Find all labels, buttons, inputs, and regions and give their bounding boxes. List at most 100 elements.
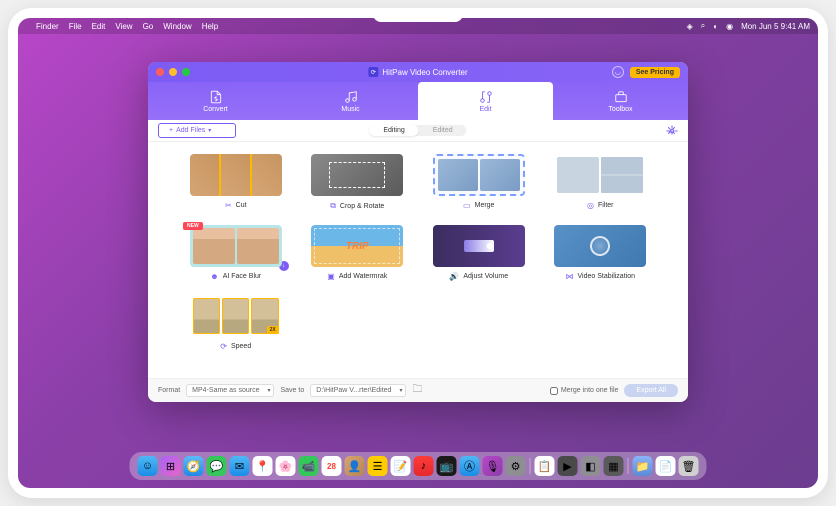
- edit-icon: [479, 90, 493, 104]
- stabilize-icon: ⋈: [566, 272, 574, 281]
- dock-app-icon[interactable]: 📋: [535, 456, 555, 476]
- dock-facetime-icon[interactable]: 📹: [299, 456, 319, 476]
- tools-content: ✂Cut ⧉Crop & Rotate ▭Merge ◎Filter: [148, 142, 688, 378]
- chevron-down-icon: ▾: [267, 387, 270, 394]
- tool-video-stabilization[interactable]: ⋈Video Stabilization: [551, 225, 651, 281]
- dock-finder-icon[interactable]: ☺: [138, 456, 158, 476]
- crop-icon: ⧉: [330, 201, 336, 211]
- dock-app-icon[interactable]: ▦: [604, 456, 624, 476]
- dock-file-icon[interactable]: 📄: [656, 456, 676, 476]
- see-pricing-button[interactable]: See Pricing: [630, 67, 680, 78]
- subtab-editing[interactable]: Editing: [369, 125, 418, 136]
- chevron-down-icon: ▾: [399, 387, 402, 394]
- tool-adjust-volume[interactable]: 🔊Adjust Volume: [429, 225, 529, 281]
- wifi-icon[interactable]: ◈: [687, 22, 693, 31]
- dock-maps-icon[interactable]: 📍: [253, 456, 273, 476]
- tool-crop-rotate[interactable]: ⧉Crop & Rotate: [308, 154, 408, 211]
- main-tabs: Convert Music Edit Toolbox: [148, 82, 688, 120]
- dock-photos-icon[interactable]: 🌸: [276, 456, 296, 476]
- app-window: ⟳ HitPaw Video Converter ◡ See Pricing C…: [148, 62, 688, 402]
- stabilize-thumbnail: [554, 225, 646, 267]
- tab-music[interactable]: Music: [283, 82, 418, 120]
- dock-settings-icon[interactable]: ⚙: [506, 456, 526, 476]
- volume-icon: 🔊: [449, 272, 459, 281]
- search-icon[interactable]: ⌕: [701, 21, 705, 31]
- close-button[interactable]: [156, 68, 164, 76]
- saveto-select[interactable]: D:\HitPaw V...rter\Edited ▾: [310, 384, 406, 397]
- faceblur-thumbnail: [190, 225, 282, 267]
- tool-add-watermark[interactable]: TRIP ▣Add Watermrak: [308, 225, 408, 281]
- sub-header: + Add Files ▾ Editing Edited: [148, 120, 688, 142]
- dock-messages-icon[interactable]: 💬: [207, 456, 227, 476]
- dock-app-icon[interactable]: ◧: [581, 456, 601, 476]
- dock-app-icon[interactable]: ▶: [558, 456, 578, 476]
- format-label: Format: [158, 387, 180, 394]
- dock-contacts-icon[interactable]: 👤: [345, 456, 365, 476]
- minimize-button[interactable]: [169, 68, 177, 76]
- volume-thumbnail: [433, 225, 525, 267]
- dock-appstore-icon[interactable]: Ⓐ: [460, 456, 480, 476]
- tab-toolbox[interactable]: Toolbox: [553, 82, 688, 120]
- maximize-button[interactable]: [182, 68, 190, 76]
- merge-checkbox[interactable]: [550, 387, 558, 395]
- dock-reminders-icon[interactable]: ☰: [368, 456, 388, 476]
- app-title: HitPaw Video Converter: [382, 68, 467, 77]
- app-logo-icon: ⟳: [368, 67, 378, 77]
- export-all-button[interactable]: Export All: [624, 384, 678, 397]
- tool-merge[interactable]: ▭Merge: [429, 154, 529, 211]
- faceblur-icon: ☻: [210, 272, 218, 281]
- watermark-thumbnail: TRIP: [311, 225, 403, 267]
- tool-cut[interactable]: ✂Cut: [186, 154, 286, 211]
- chevron-down-icon: ▾: [208, 127, 211, 134]
- subtab-edited[interactable]: Edited: [419, 125, 467, 136]
- menubar-item[interactable]: File: [69, 22, 82, 31]
- tool-speed[interactable]: ⟳Speed: [186, 295, 286, 351]
- tab-convert[interactable]: Convert: [148, 82, 283, 120]
- merge-icon: ▭: [463, 201, 471, 210]
- format-select[interactable]: MP4-Same as source ▾: [186, 384, 274, 397]
- footer-bar: Format MP4-Same as source ▾ Save to D:\H…: [148, 378, 688, 402]
- watermark-icon: ▣: [327, 272, 335, 281]
- dock-music-icon[interactable]: ♪: [414, 456, 434, 476]
- merge-thumbnail: [433, 154, 525, 196]
- speed-thumbnail: [190, 295, 282, 337]
- dock-podcasts-icon[interactable]: 🎙: [483, 456, 503, 476]
- toolbox-icon: [614, 90, 628, 104]
- filter-thumbnail: [554, 154, 646, 196]
- add-files-button[interactable]: + Add Files ▾: [158, 123, 236, 138]
- menubar-item[interactable]: Edit: [92, 22, 106, 31]
- macos-dock: ☺ ⊞ 🧭 💬 ✉ 📍 🌸 📹 28 👤 ☰ 📝 ♪ 📺 Ⓐ 🎙 ⚙ 📋 ▶ ◧…: [130, 452, 707, 480]
- merge-label: Merge into one file: [561, 387, 619, 394]
- plus-icon: +: [169, 127, 173, 134]
- tool-ai-face-blur[interactable]: NEW ↓ ☻AI Face Blur: [186, 225, 286, 281]
- menubar-item[interactable]: Window: [163, 22, 191, 31]
- speed-icon: ⟳: [220, 342, 227, 351]
- cut-icon: ✂: [225, 201, 232, 210]
- siri-icon[interactable]: ◉: [726, 22, 733, 31]
- dock-launchpad-icon[interactable]: ⊞: [161, 456, 181, 476]
- dock-calendar-icon[interactable]: 28: [322, 456, 342, 476]
- folder-icon[interactable]: 🗀: [412, 382, 422, 399]
- saveto-label: Save to: [280, 387, 304, 394]
- menubar-item[interactable]: View: [115, 22, 132, 31]
- dock-mail-icon[interactable]: ✉: [230, 456, 250, 476]
- titlebar: ⟳ HitPaw Video Converter ◡ See Pricing: [148, 62, 688, 82]
- control-center-icon[interactable]: ◐: [713, 22, 718, 31]
- dock-notes-icon[interactable]: 📝: [391, 456, 411, 476]
- dock-tv-icon[interactable]: 📺: [437, 456, 457, 476]
- tab-edit[interactable]: Edit: [418, 82, 553, 120]
- menubar-datetime[interactable]: Mon Jun 5 9:41 AM: [741, 22, 810, 31]
- dock-downloads-icon[interactable]: 📁: [633, 456, 653, 476]
- settings-icon[interactable]: [666, 125, 678, 137]
- cut-thumbnail: [190, 154, 282, 196]
- convert-icon: [209, 90, 223, 104]
- menubar-item[interactable]: Help: [202, 22, 218, 31]
- dock-safari-icon[interactable]: 🧭: [184, 456, 204, 476]
- dock-trash-icon[interactable]: 🗑: [679, 456, 699, 476]
- music-icon: [344, 90, 358, 104]
- menubar-app[interactable]: Finder: [36, 22, 59, 31]
- tool-filter[interactable]: ◎Filter: [551, 154, 651, 211]
- crop-thumbnail: [311, 154, 403, 196]
- user-icon[interactable]: ◡: [612, 66, 624, 78]
- menubar-item[interactable]: Go: [143, 22, 154, 31]
